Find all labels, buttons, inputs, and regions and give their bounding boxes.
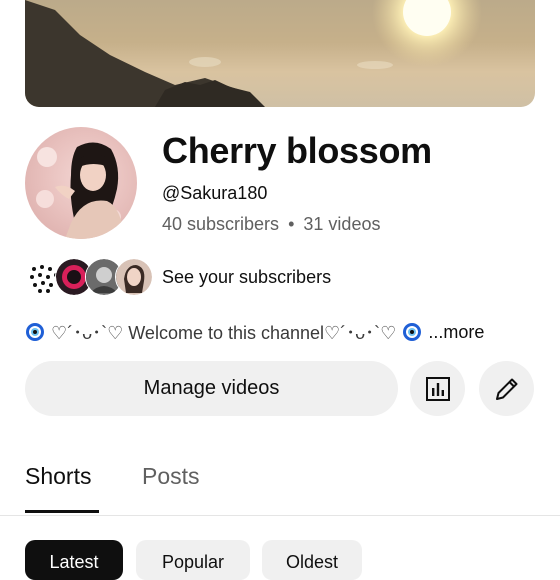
tab-shorts[interactable]: Shorts: [25, 463, 91, 490]
edit-channel-button[interactable]: [479, 361, 534, 416]
description-more-link[interactable]: ...more: [428, 322, 484, 343]
channel-banner[interactable]: [25, 0, 535, 107]
subscriber-count: 40 subscribers: [162, 214, 280, 234]
edit-pencil-icon: [495, 378, 517, 400]
chip-oldest[interactable]: Oldest: [262, 540, 362, 580]
active-tab-indicator: [25, 510, 99, 513]
chip-popular[interactable]: Popular: [136, 540, 250, 580]
nazar-amulet-icon: [26, 323, 44, 341]
channel-handle: @Sakura180: [162, 183, 268, 203]
analytics-button[interactable]: [410, 361, 465, 416]
channel-name: Cherry blossom: [162, 130, 432, 171]
video-count: 31 videos: [303, 214, 381, 234]
see-subscribers-link[interactable]: See your subscribers: [162, 267, 331, 288]
description-text: ♡´･ᴗ･`♡ Welcome to this channel♡´･ᴗ･`♡: [51, 323, 397, 343]
channel-stats: 40 subscribers • 31 videos: [162, 214, 380, 235]
manage-videos-button[interactable]: Manage videos: [25, 361, 398, 416]
nazar-amulet-icon: [403, 323, 422, 341]
analytics-icon: [425, 376, 450, 401]
stats-separator: •: [288, 214, 295, 234]
chip-latest[interactable]: Latest: [25, 540, 123, 580]
tab-divider: [0, 515, 560, 516]
banner-landscape-image: [25, 0, 482, 107]
subscriber-avatar-stack[interactable]: [25, 258, 153, 296]
channel-avatar[interactable]: [25, 127, 137, 239]
avatar-portrait-image: [36, 142, 125, 239]
channel-description[interactable]: ♡´･ᴗ･`♡ Welcome to this channel♡´･ᴗ･`♡ .…: [25, 319, 484, 345]
subscriber-avatar-girl: [115, 258, 153, 296]
tab-posts[interactable]: Posts: [142, 463, 200, 490]
